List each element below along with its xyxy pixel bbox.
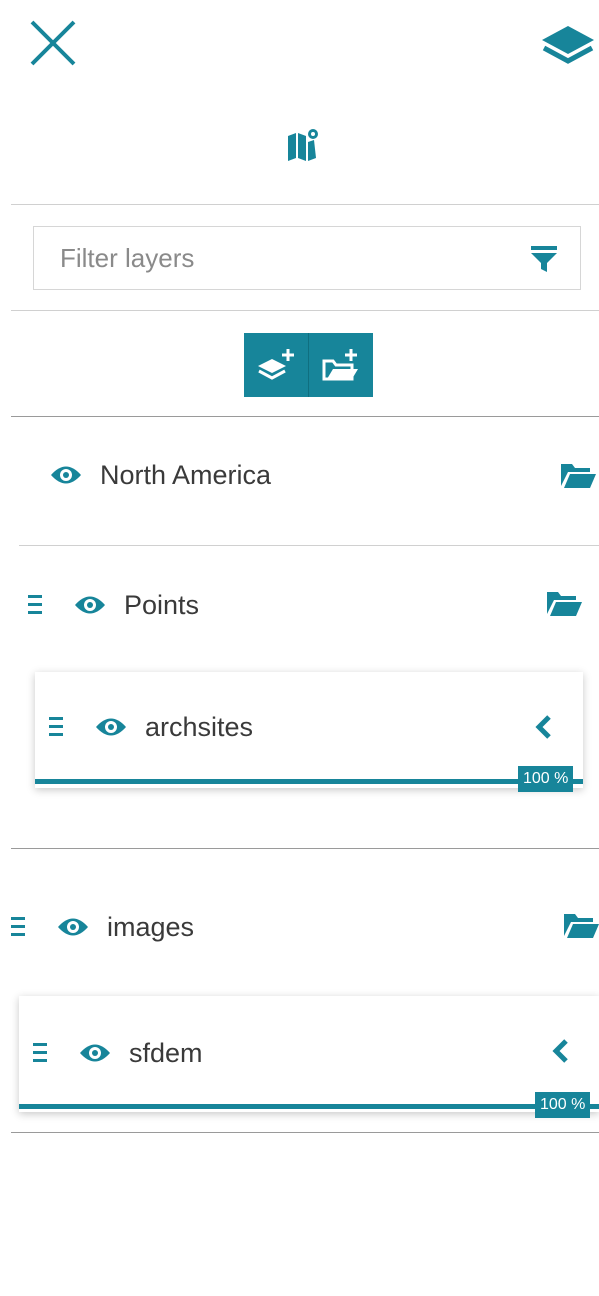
add-layer-icon [258, 349, 294, 380]
divider [11, 848, 599, 849]
opacity-value-badge: 100 % [535, 1092, 591, 1118]
eye-icon[interactable] [74, 594, 106, 616]
map-marker-button[interactable] [286, 128, 320, 162]
folder-open-icon[interactable] [560, 462, 596, 488]
add-layer-button[interactable] [244, 333, 308, 397]
drag-handle-icon[interactable] [33, 1042, 53, 1064]
group-label: Points [124, 589, 200, 620]
folder-open-icon[interactable] [563, 912, 599, 938]
folder-open-icon[interactable] [546, 590, 582, 616]
divider [11, 1132, 599, 1133]
close-button[interactable] [24, 18, 82, 68]
divider [19, 545, 599, 546]
eye-icon[interactable] [57, 916, 89, 938]
divider [11, 310, 599, 311]
layers-icon [542, 26, 594, 64]
drag-handle-icon[interactable] [49, 716, 69, 738]
layer-label: archsites [145, 711, 254, 742]
opacity-slider[interactable] [19, 1104, 599, 1109]
opacity-value-badge: 100 % [518, 766, 574, 792]
chevron-left-icon[interactable] [535, 714, 553, 740]
drag-handle-icon[interactable] [28, 594, 48, 616]
group-images[interactable]: images [11, 910, 194, 944]
layer-card-sfdem[interactable]: sfdem 100 % [19, 996, 599, 1118]
close-icon [30, 20, 76, 66]
drag-handle-icon[interactable] [11, 916, 31, 938]
filter-icon[interactable] [530, 245, 558, 273]
layers-button[interactable] [540, 24, 596, 68]
layer-row: sfdem [33, 1036, 203, 1070]
filter-field [33, 226, 581, 290]
layer-card-archsites[interactable]: archsites 100 % [35, 672, 583, 792]
opacity-slider[interactable] [35, 779, 583, 784]
add-group-button[interactable] [308, 333, 373, 397]
group-label: images [107, 911, 195, 942]
filter-input[interactable] [34, 227, 540, 289]
eye-icon[interactable] [79, 1042, 111, 1064]
group-label: North America [100, 459, 272, 490]
layer-row: archsites [49, 710, 253, 744]
chevron-left-icon[interactable] [552, 1038, 570, 1064]
map-marker-icon [288, 129, 318, 161]
group-points[interactable]: Points [28, 588, 199, 622]
eye-icon[interactable] [95, 716, 127, 738]
eye-icon[interactable] [50, 464, 82, 486]
divider [11, 204, 599, 205]
group-north-america[interactable]: North America [50, 458, 271, 492]
layer-label: sfdem [129, 1037, 203, 1068]
divider [11, 416, 599, 417]
add-folder-icon [322, 349, 358, 381]
layer-toolbar [244, 333, 374, 397]
